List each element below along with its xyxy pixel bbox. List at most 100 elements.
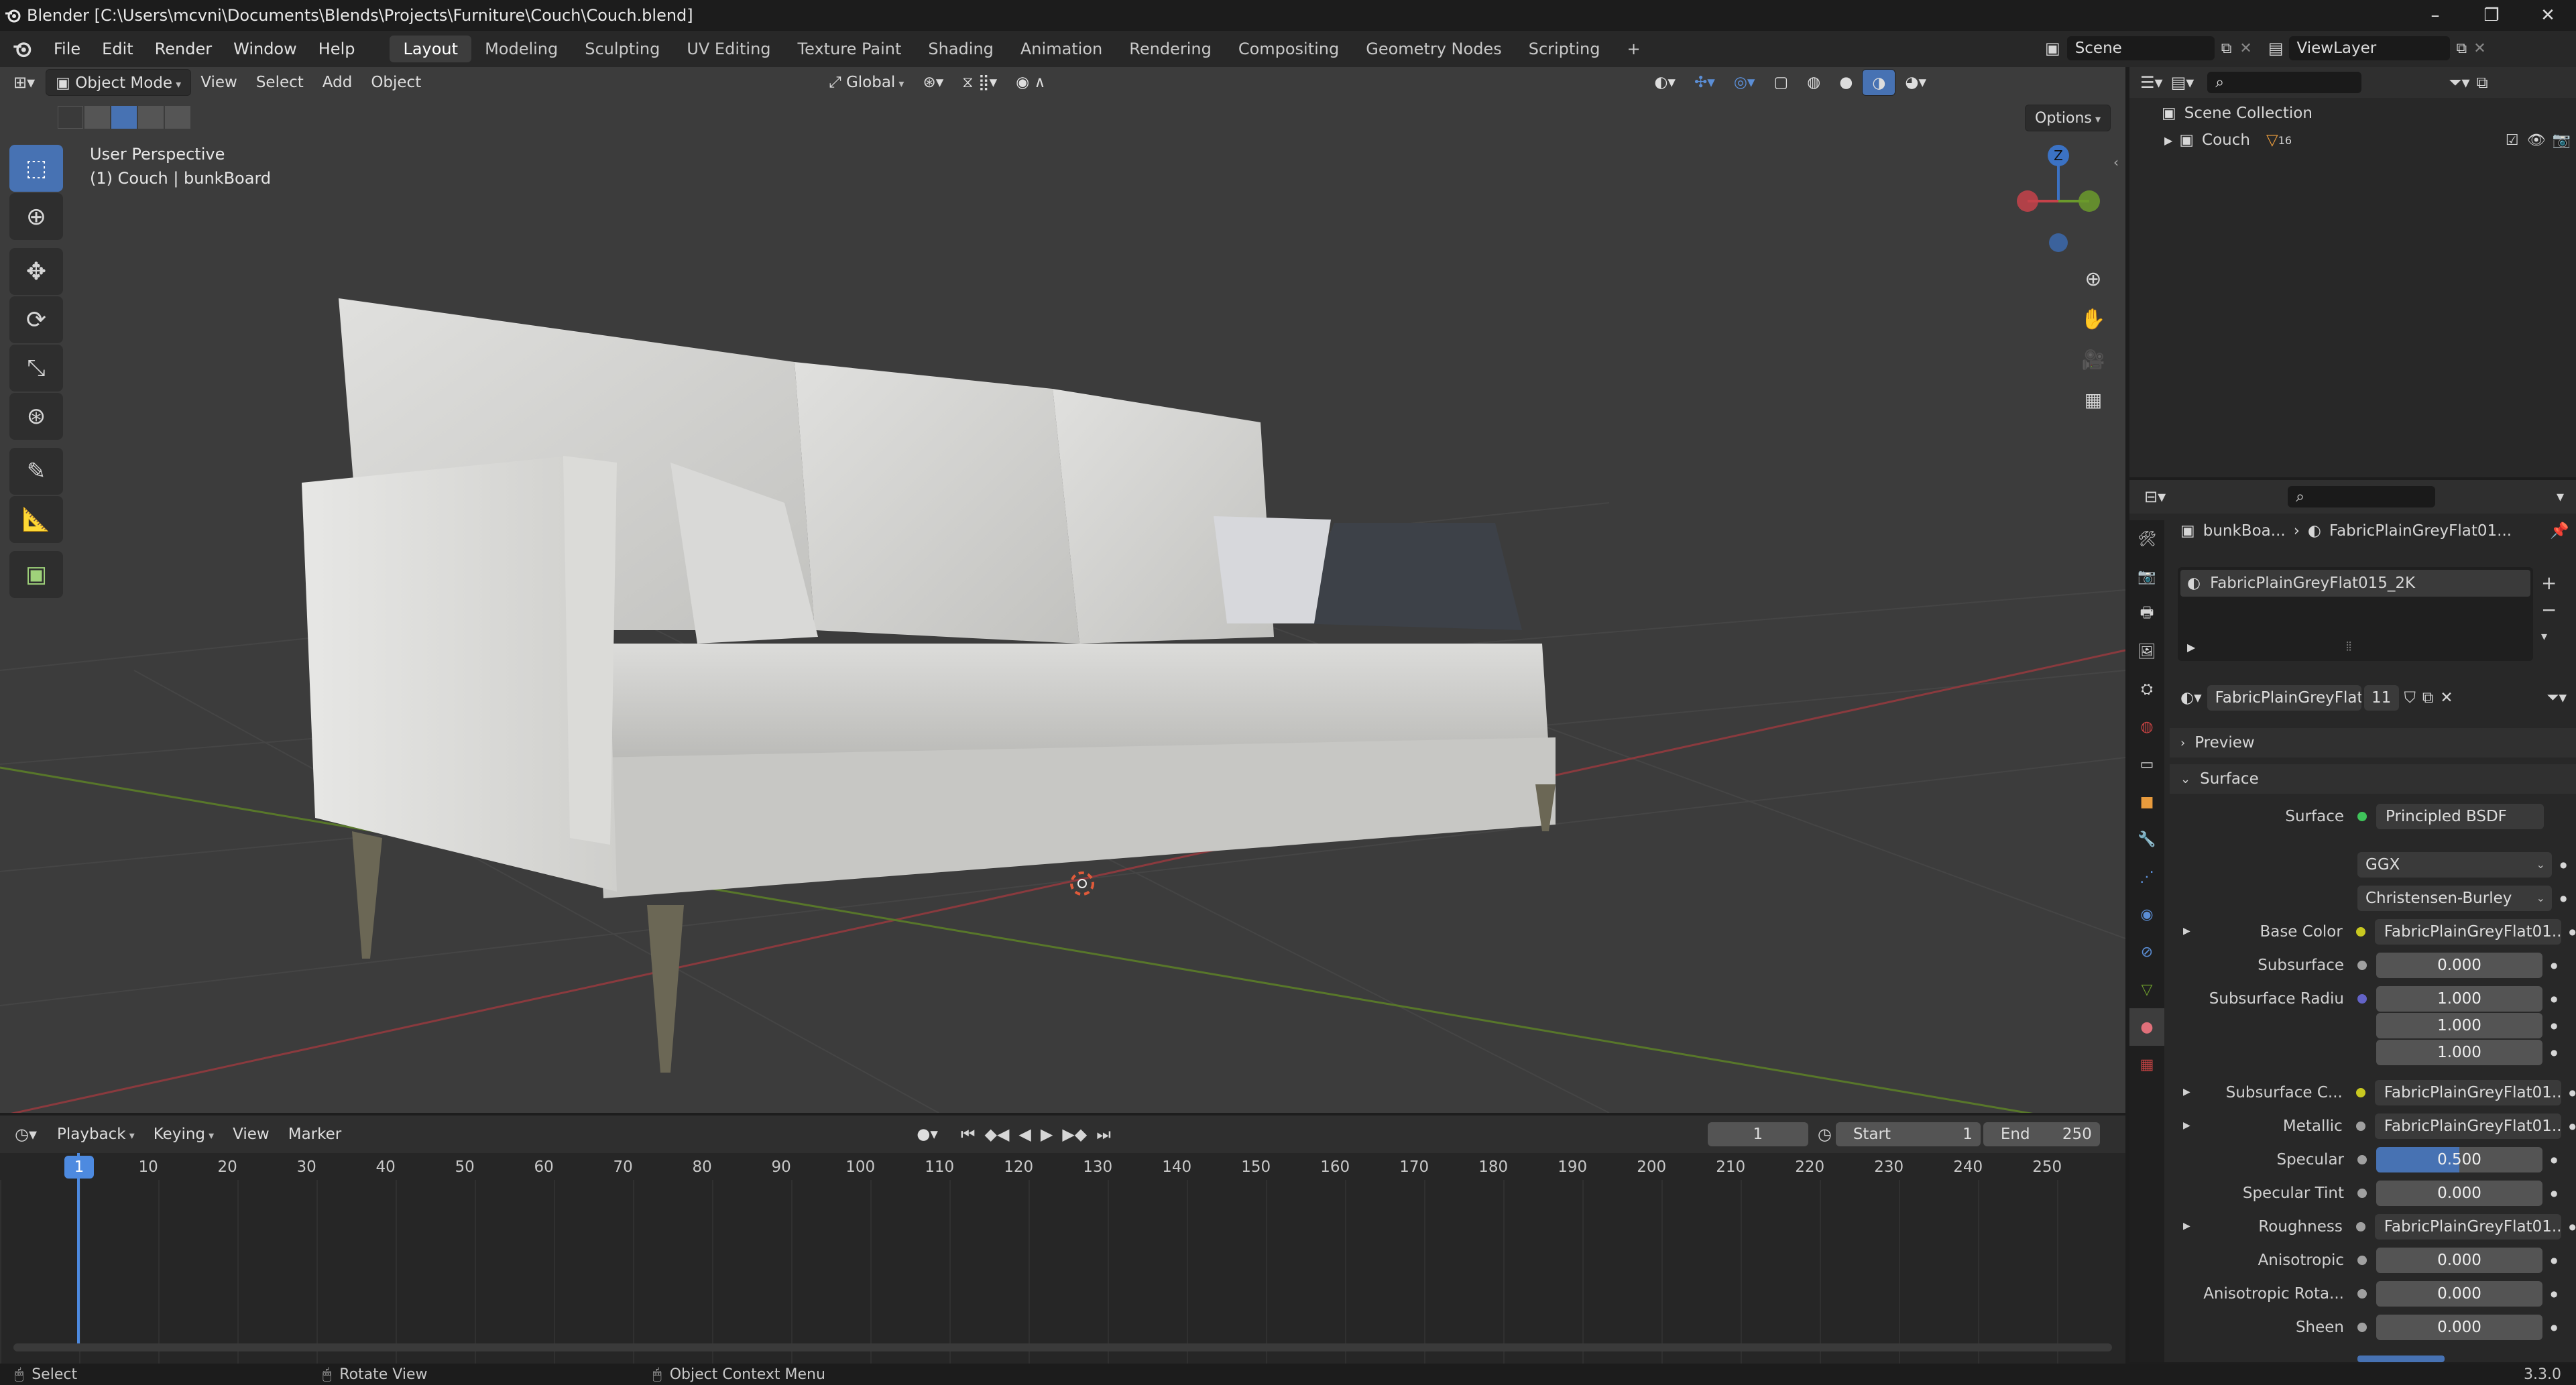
expand-arrow-icon[interactable]: ▶: [2183, 1087, 2190, 1097]
timeline-scrollbar[interactable]: [13, 1343, 2112, 1351]
shading-rendered-icon[interactable]: ◕▾: [1895, 69, 1936, 96]
editor-type-icon[interactable]: ⊞▾: [13, 73, 35, 92]
keyframe-dot-icon[interactable]: ●: [2551, 1256, 2557, 1265]
socket-icon[interactable]: [2357, 1155, 2367, 1164]
proportional-edit-icon[interactable]: ◉ ∧: [1006, 69, 1055, 96]
tab-modifiers[interactable]: 🔧: [2129, 821, 2164, 858]
menu-playback[interactable]: Playback ▾: [48, 1121, 144, 1148]
menu-help[interactable]: Help: [308, 40, 366, 58]
tab-data[interactable]: ▽: [2129, 971, 2164, 1008]
eye-icon[interactable]: 👁: [2527, 132, 2546, 149]
minimize-button[interactable]: –: [2407, 0, 2463, 31]
start-frame-field[interactable]: Start 1: [1835, 1122, 1981, 1146]
3d-cursor[interactable]: [1070, 871, 1094, 896]
camera-view-icon[interactable]: 🎥: [2073, 339, 2113, 379]
outliner-search-input[interactable]: ⌕: [2207, 72, 2362, 93]
socket-icon[interactable]: [2357, 1189, 2367, 1198]
tool-annotate[interactable]: ✎: [9, 448, 63, 495]
maximize-button[interactable]: ❐: [2463, 0, 2520, 31]
ortho-grid-icon[interactable]: ▦: [2073, 379, 2113, 420]
tab-constraints[interactable]: ⊘: [2129, 933, 2164, 971]
pin-icon[interactable]: 📌: [2550, 522, 2569, 540]
socket-icon[interactable]: [2357, 961, 2367, 970]
sidebar-toggle-icon[interactable]: ‹: [2113, 154, 2119, 170]
number-slider[interactable]: 0.500: [2376, 1147, 2542, 1172]
workspace-tab-sculpting[interactable]: Sculpting: [571, 36, 673, 62]
keyframe-dot-icon[interactable]: ●: [2551, 1189, 2557, 1198]
keyframe-dot-icon[interactable]: ●: [2569, 1088, 2576, 1097]
scene-pin-icon[interactable]: ⧉: [2221, 40, 2232, 57]
keyframe-dot-icon[interactable]: ●: [2551, 1155, 2557, 1164]
timeline-editor[interactable]: ◷▾ Playback ▾ Keying ▾ View Marker ●▾ ⏮ …: [0, 1116, 2125, 1364]
pivot-point-icon[interactable]: ⊛▾: [913, 69, 953, 96]
number-slider[interactable]: 0.000: [2376, 953, 2542, 978]
overlays-toggle-icon[interactable]: ◎▾: [1724, 69, 1765, 96]
workspace-tab-scripting[interactable]: Scripting: [1515, 36, 1614, 62]
shading-solid-icon[interactable]: ●: [1830, 69, 1862, 96]
tab-object[interactable]: ■: [2129, 783, 2164, 821]
play-reverse-icon[interactable]: ◀: [1018, 1125, 1031, 1144]
material-name-field[interactable]: FabricPlainGreyFlat...: [2207, 685, 2361, 711]
workspace-tab-texture-paint[interactable]: Texture Paint: [784, 36, 915, 62]
linked-texture-field[interactable]: FabricPlainGreyFlat01...: [2374, 1113, 2561, 1139]
add-workspace-button[interactable]: +: [1613, 36, 1653, 62]
socket-icon[interactable]: [2355, 1222, 2365, 1231]
select-intersect-icon[interactable]: [165, 106, 190, 129]
tab-scene[interactable]: ⛭: [2129, 670, 2164, 708]
menu-edit[interactable]: Edit: [91, 40, 143, 58]
unlink-material-icon[interactable]: ✕: [2440, 689, 2453, 707]
display-mode-icon[interactable]: ▤▾: [2171, 73, 2194, 92]
node-link-icon[interactable]: ⏷▾: [2546, 689, 2567, 707]
outliner-scene-collection[interactable]: ▣ Scene Collection: [2162, 105, 2312, 122]
menu-timeline-view[interactable]: View: [223, 1121, 279, 1148]
tab-collection[interactable]: ▭: [2129, 745, 2164, 783]
subsurface-method-dropdown[interactable]: Christensen-Burley ⌄: [2357, 886, 2552, 911]
tool-rotate[interactable]: ⟳: [9, 296, 63, 343]
socket-icon[interactable]: [2357, 994, 2367, 1004]
menu-keying[interactable]: Keying ▾: [144, 1121, 223, 1148]
exclude-checkbox[interactable]: ☑: [2506, 132, 2519, 149]
surface-panel-header[interactable]: ⌄ Surface: [2170, 764, 2576, 794]
view-layer-close-icon[interactable]: ✕: [2473, 40, 2485, 57]
properties-editor[interactable]: ⊟▾ ⌕ ▾ 🛠 📷 🖶 🖼 ⛭ ◍ ▭ ■ 🔧 ⋰ ◉ ⊘ ▽ ● ▦ ▣ b…: [2129, 480, 2576, 1362]
menu-select[interactable]: Select: [247, 69, 313, 96]
expand-arrow-icon[interactable]: ▶: [2183, 1120, 2190, 1131]
preview-range-icon[interactable]: ◷: [1818, 1125, 1832, 1144]
socket-icon[interactable]: [2357, 1256, 2367, 1265]
surface-shader-field[interactable]: Principled BSDF: [2376, 804, 2544, 829]
menu-object[interactable]: Object: [361, 69, 430, 96]
keyframe-dot-icon[interactable]: ●: [2569, 1122, 2576, 1131]
menu-view[interactable]: View: [191, 69, 247, 96]
socket-icon[interactable]: [2357, 1323, 2367, 1332]
menu-marker[interactable]: Marker: [279, 1121, 351, 1148]
render-camera-icon[interactable]: 📷: [2553, 132, 2571, 149]
playhead-line[interactable]: [77, 1153, 80, 1346]
gizmo-toggle-icon[interactable]: ✣▾: [1685, 69, 1724, 96]
timeline-track-area[interactable]: [0, 1180, 2125, 1364]
number-slider[interactable]: 0.000: [2376, 1181, 2542, 1206]
outliner-editor-type-icon[interactable]: ☰▾: [2140, 73, 2163, 92]
number-slider[interactable]: 1.000: [2376, 1040, 2542, 1065]
zoom-icon[interactable]: ⊕: [2073, 259, 2113, 299]
tab-render[interactable]: 📷: [2129, 558, 2164, 595]
expand-arrow-icon[interactable]: ▶: [2183, 1221, 2190, 1231]
material-slot[interactable]: ◐ FabricPlainGreyFlat015_2K: [2180, 570, 2530, 597]
new-collection-icon[interactable]: ⧉: [2477, 73, 2488, 92]
workspace-tab-animation[interactable]: Animation: [1007, 36, 1116, 62]
frame-ruler[interactable]: 1102030405060708090100110120130140150160…: [0, 1153, 2125, 1180]
slot-expand-icon[interactable]: ▶: [2187, 641, 2195, 654]
expand-arrow-icon[interactable]: ▶: [2164, 134, 2172, 147]
select-invert-icon[interactable]: [138, 106, 164, 129]
viewport-scene[interactable]: [0, 67, 2125, 1113]
menu-render[interactable]: Render: [144, 40, 223, 58]
mode-selector[interactable]: ▣ Object Mode ▾: [46, 69, 192, 96]
close-button[interactable]: ✕: [2520, 0, 2576, 31]
workspace-tab-uv-editing[interactable]: UV Editing: [673, 36, 784, 62]
keyframe-dot-icon[interactable]: ●: [2551, 994, 2557, 1004]
select-subtract-icon[interactable]: [111, 106, 137, 129]
distribution-dropdown[interactable]: GGX ⌄: [2357, 852, 2552, 878]
number-slider[interactable]: 1.000: [2376, 986, 2542, 1012]
scene-selector[interactable]: Scene: [2066, 36, 2215, 60]
xray-toggle-icon[interactable]: ▢: [1764, 69, 1798, 96]
jump-keyframe-forward-icon[interactable]: ▶◆: [1062, 1125, 1087, 1144]
